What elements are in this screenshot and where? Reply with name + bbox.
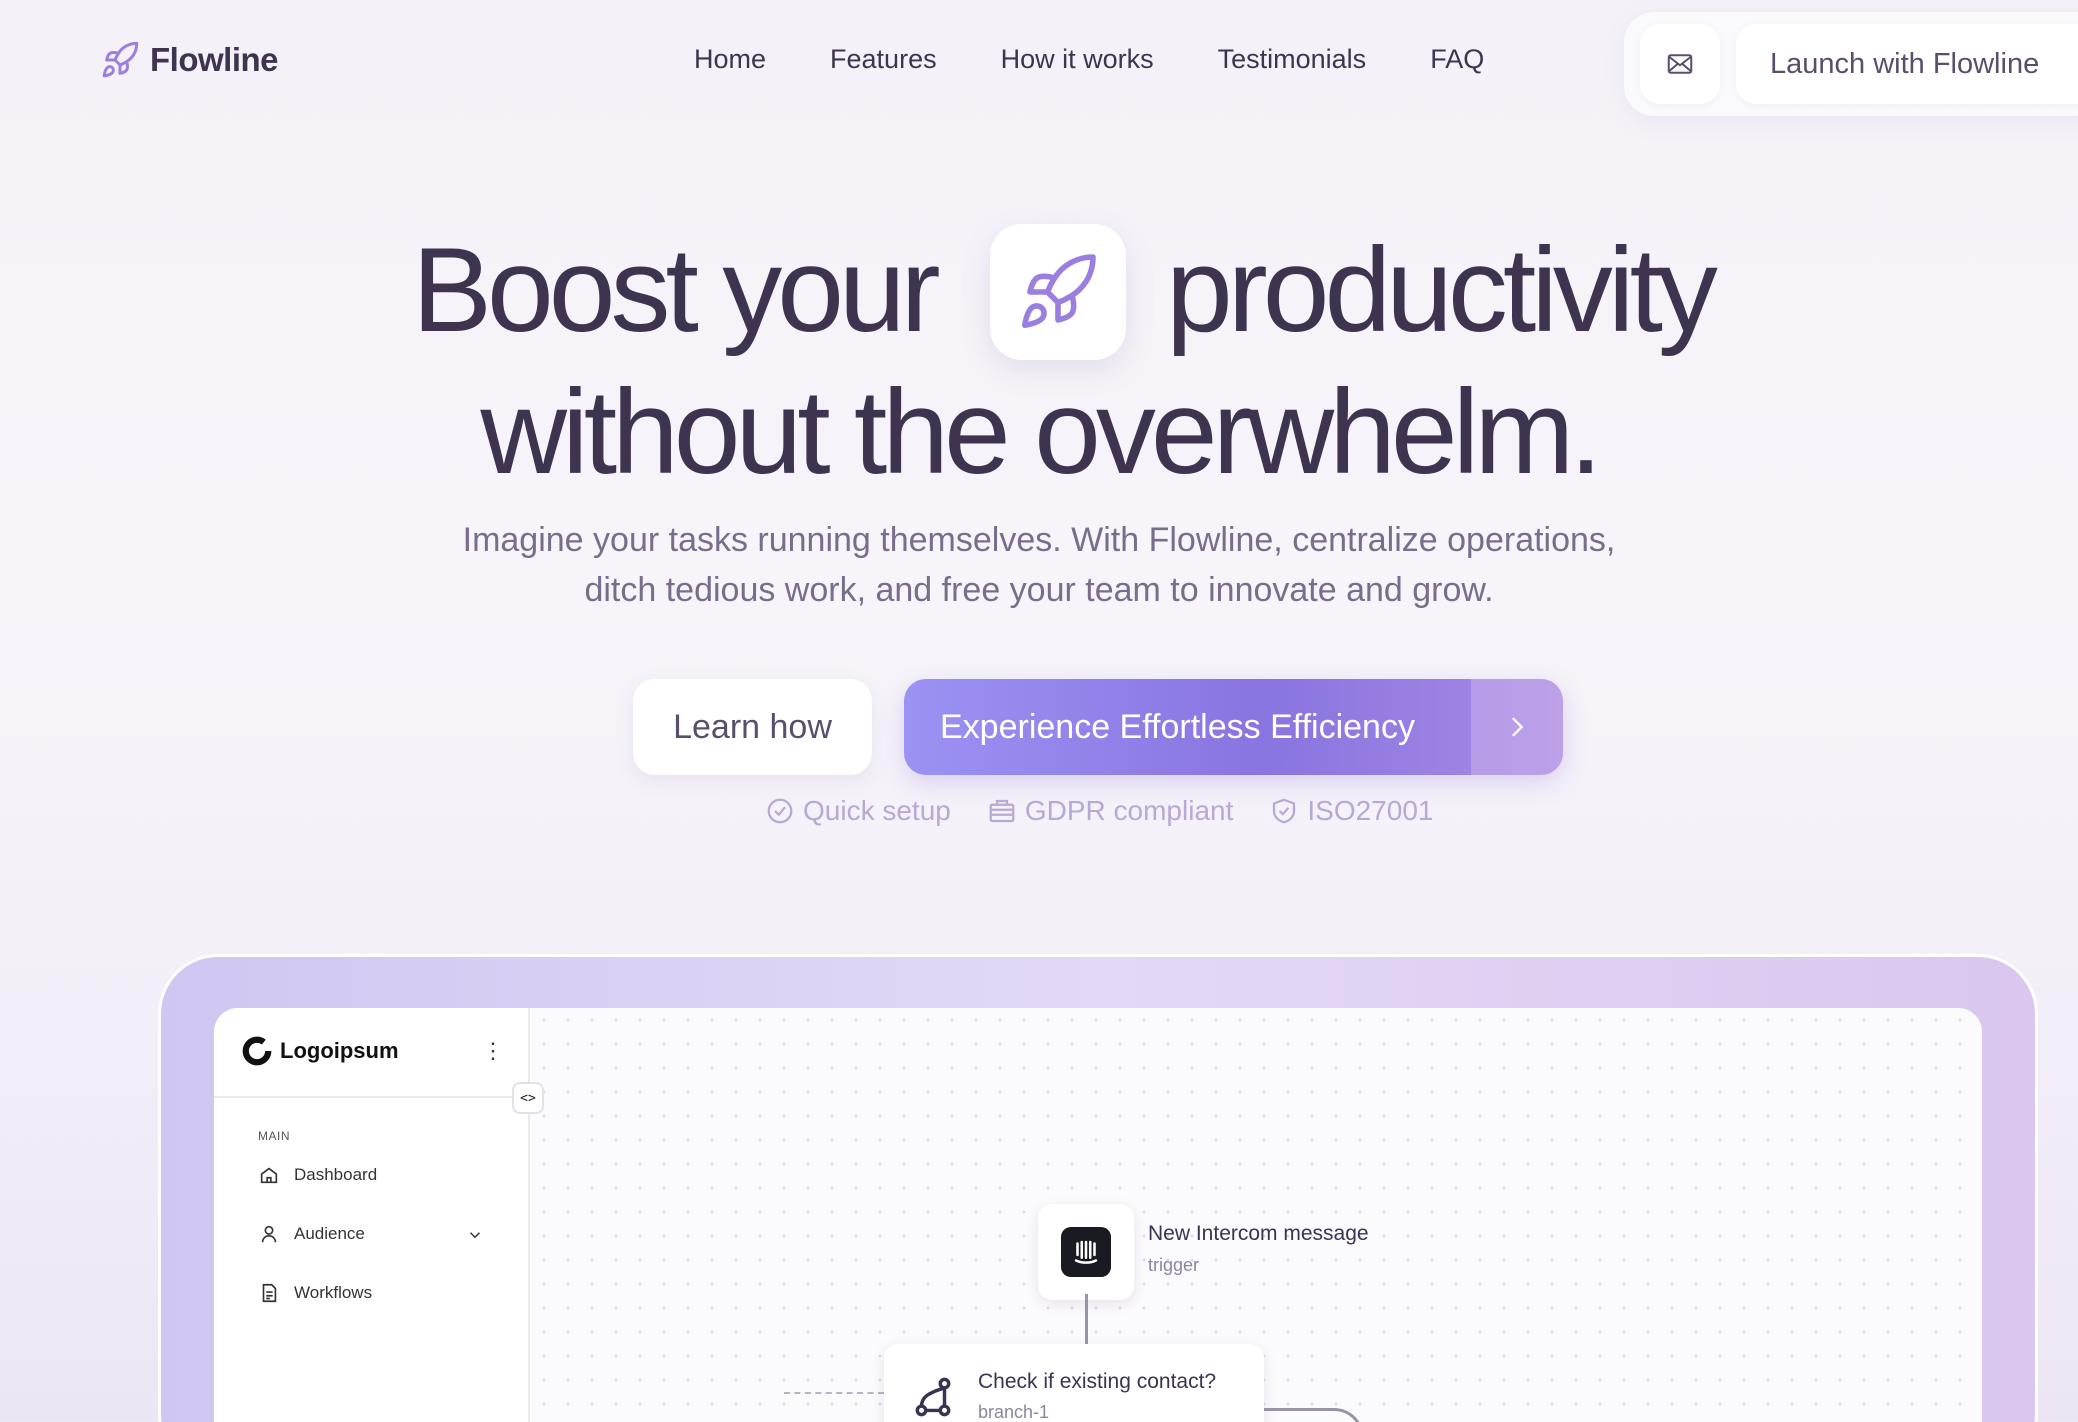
badge-label: ISO27001	[1307, 795, 1434, 826]
intercom-icon	[1061, 1227, 1111, 1277]
sidebar-item-label: Workflows	[294, 1283, 373, 1302]
home-icon	[260, 1167, 278, 1184]
app-logo[interactable]: Logoipsum	[242, 1036, 399, 1066]
sidebar-item-dashboard[interactable]: Dashboard	[258, 1164, 377, 1186]
hero-subtitle-line-2: ditch tedious work, and free your team t…	[584, 571, 1494, 609]
shield-check-icon	[1273, 798, 1296, 824]
brand-logo[interactable]: Flowline	[100, 40, 279, 80]
learn-how-button[interactable]: Learn how	[633, 679, 872, 775]
trust-badges: Quick setup GDPR compliant ISO27001	[765, 795, 1469, 827]
nav-link-home[interactable]: Home	[694, 44, 766, 75]
sidebar-item-audience[interactable]: Audience	[258, 1223, 365, 1245]
sidebar-section-label: MAIN	[258, 1129, 290, 1143]
briefcase-icon	[989, 799, 1015, 823]
workflow-node-title: New Intercom message	[1148, 1222, 1369, 1245]
sidebar-item-workflows[interactable]: Workflows	[258, 1282, 372, 1304]
workflow-node-subtitle: branch-1	[978, 1402, 1050, 1422]
user-icon	[261, 1225, 277, 1243]
document-icon	[262, 1283, 277, 1303]
nav-link-faq[interactable]: FAQ	[1430, 44, 1484, 75]
collapse-sidebar-button[interactable]: <>	[512, 1082, 544, 1114]
mail-button[interactable]	[1640, 24, 1720, 104]
chevron-down-icon[interactable]	[466, 1226, 484, 1244]
nav-link-features[interactable]: Features	[830, 44, 937, 75]
primary-cta-button[interactable]: Experience Effortless Efficiency	[904, 679, 1563, 775]
sidebar-divider	[214, 1096, 530, 1098]
nav-actions: Launch with Flowline	[1624, 12, 2078, 116]
hero-headline-part-1: Boost your	[412, 223, 941, 357]
rocket-icon	[1021, 254, 1096, 329]
check-circle-icon	[767, 798, 793, 824]
hero-subtitle-line-1: Imagine your tasks running themselves. W…	[462, 521, 1616, 559]
primary-cta-label: Experience Effortless Efficiency	[940, 707, 1415, 746]
badge-gdpr: GDPR compliant	[987, 795, 1234, 827]
workflow-node-title: Check if existing contact?	[978, 1370, 1217, 1393]
launch-button[interactable]: Launch with Flowline	[1736, 24, 2078, 104]
workflow-node-branch[interactable]: Check if existing contact? branch-1	[884, 1344, 1264, 1422]
rocket-icon	[102, 41, 139, 78]
sidebar-item-label: Dashboard	[294, 1165, 378, 1184]
brand-name: Flowline	[150, 41, 279, 78]
logo-ring-icon	[242, 1036, 272, 1066]
workflow-connector	[1085, 1294, 1088, 1348]
nav-link-how-it-works[interactable]: How it works	[1001, 44, 1154, 75]
badge-iso: ISO27001	[1269, 795, 1433, 827]
more-vertical-icon[interactable]: ⋮	[482, 1038, 504, 1064]
badge-label: Quick setup	[803, 795, 951, 826]
hero-rocket-tile	[990, 224, 1126, 360]
app-logo-name: Logoipsum	[280, 1038, 399, 1063]
top-nav: Flowline Home Features How it works Test…	[0, 0, 2078, 128]
branch-icon	[915, 1377, 951, 1417]
badge-quick-setup: Quick setup	[765, 795, 951, 827]
nav-link-testimonials[interactable]: Testimonials	[1218, 44, 1367, 75]
sidebar-item-label: Audience	[294, 1224, 365, 1243]
hero-headline-part-2: productivity	[1166, 223, 1718, 357]
app-sidebar: Logoipsum ⋮ MAIN Dashboard Audience Work…	[214, 1008, 530, 1422]
chevron-right-icon	[1471, 679, 1563, 775]
mail-icon	[1667, 54, 1693, 74]
workflow-node-trigger[interactable]	[1038, 1204, 1134, 1300]
nav-links: Home Features How it works Testimonials …	[694, 44, 1548, 75]
hero-headline-line-2: without the overwhelm.	[480, 365, 1602, 499]
workflow-node-subtitle: trigger	[1148, 1255, 1200, 1275]
workflow-dashed-connector	[784, 1392, 884, 1394]
badge-label: GDPR compliant	[1024, 795, 1234, 826]
